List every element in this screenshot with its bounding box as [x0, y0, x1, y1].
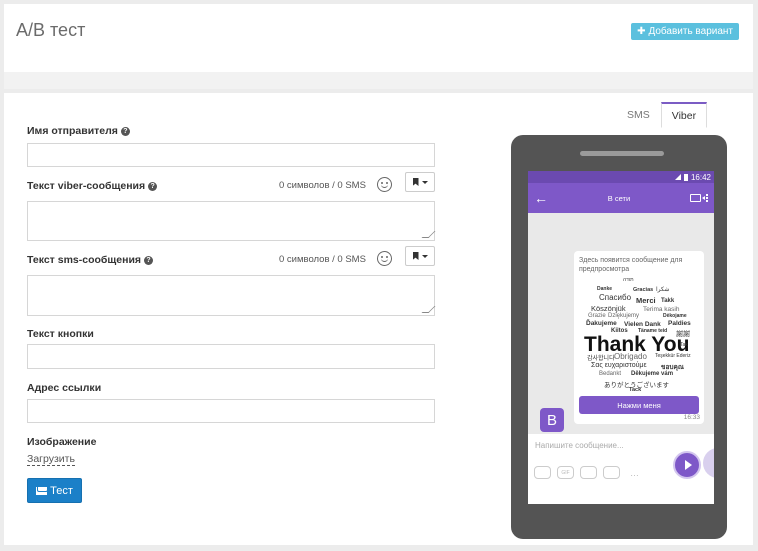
- sms-counter: 0 символов / 0 SMS: [279, 254, 366, 265]
- gif-icon[interactable]: GIF: [557, 466, 574, 479]
- viber-text-label: Текст viber-сообщения?: [27, 180, 158, 192]
- phone-screen: 16:42 ← В сети Здесь появится сообщение …: [528, 171, 714, 504]
- help-icon[interactable]: ?: [120, 126, 130, 136]
- avatar: B: [540, 408, 564, 432]
- upload-link[interactable]: Загрузить: [27, 453, 75, 466]
- sms-text-label: Текст sms-сообщения?: [27, 254, 154, 266]
- subbar: [4, 72, 753, 89]
- message-time: 16:33: [683, 414, 700, 421]
- bookmark-icon: [412, 252, 419, 260]
- status-time: 16:42: [690, 172, 711, 182]
- message-bubble: Здесь появится сообщение для предпросмот…: [574, 251, 704, 424]
- doodle-icon[interactable]: [603, 466, 620, 479]
- sender-input[interactable]: [27, 143, 435, 167]
- button-text-input[interactable]: [27, 344, 435, 369]
- thank-word: Danke: [597, 286, 613, 292]
- add-variant-button[interactable]: ✚ Добавить вариант: [631, 23, 739, 40]
- more-tools-icon[interactable]: …: [626, 466, 643, 479]
- phone-preview: 16:42 ← В сети Здесь появится сообщение …: [511, 135, 727, 539]
- thank-word: Teşekkür Ederiz: [655, 353, 691, 359]
- thank-word: Dziękujemy: [608, 313, 640, 319]
- thank-word: Gracias: [633, 287, 654, 293]
- thank-word: Takk: [661, 298, 675, 304]
- button-text-label: Текст кнопки: [27, 328, 94, 340]
- link-input[interactable]: [27, 399, 435, 423]
- thank-word: Tack: [629, 387, 642, 393]
- help-icon[interactable]: ?: [144, 255, 154, 265]
- thank-word: תודה: [623, 277, 634, 283]
- tab-sms[interactable]: SMS: [616, 102, 661, 128]
- plus-icon: ✚: [637, 26, 646, 37]
- thank-you-image: תודה Danke Gracias شكرا Спасибо Merci Ta…: [579, 277, 699, 393]
- emoji-icon[interactable]: [377, 177, 392, 192]
- conversation-title: В сети: [607, 193, 631, 203]
- camera-icon[interactable]: [580, 466, 597, 479]
- voice-button-edge: [703, 448, 714, 478]
- sticker-icon[interactable]: [534, 466, 551, 479]
- thank-word: Tak: [680, 342, 688, 348]
- sender-label-text: Имя отправителя: [27, 125, 118, 137]
- status-bar: 16:42: [528, 171, 714, 183]
- image-label: Изображение: [27, 436, 97, 448]
- viber-text-label-text: Текст viber-сообщения: [27, 180, 146, 192]
- viber-text-input[interactable]: [27, 201, 435, 241]
- sms-text-label-text: Текст sms-сообщения: [27, 254, 142, 266]
- test-button-label: Тест: [50, 484, 73, 497]
- emoji-icon[interactable]: [377, 251, 392, 266]
- thank-word: Paldies: [668, 320, 691, 327]
- thank-word: Köszönjük: [591, 304, 626, 313]
- form-panel: Имя отправителя? Текст viber-сообщения? …: [4, 93, 753, 545]
- template-dropdown[interactable]: [405, 172, 435, 192]
- help-icon[interactable]: ?: [148, 181, 158, 191]
- message-input[interactable]: Напишите сообщение...: [535, 441, 624, 450]
- viber-app-bar: ← В сети: [528, 183, 714, 213]
- thank-word: Dėkojame: [663, 313, 687, 319]
- thank-word: Grazie: [588, 313, 606, 319]
- thank-word: Děkujeme vám: [631, 371, 674, 377]
- compose-area: Напишите сообщение... GIF …: [528, 434, 714, 504]
- thank-word: Спасибо: [599, 293, 632, 302]
- page-title: A/B тест: [16, 20, 86, 40]
- thank-word: Bedankt: [599, 371, 622, 377]
- battery-icon: [683, 173, 688, 181]
- thank-word: 감사합니다: [587, 356, 615, 362]
- thank-word: Ďakujeme: [586, 320, 617, 327]
- preview-tabs: SMS Viber: [616, 102, 708, 128]
- bookmark-icon: [412, 178, 419, 186]
- thank-word: Merci: [636, 296, 656, 305]
- video-call-icon[interactable]: [689, 194, 705, 202]
- template-dropdown[interactable]: [405, 246, 435, 266]
- chevron-down-icon: [421, 254, 428, 258]
- phone-speaker: [580, 151, 664, 156]
- envelope-icon: [36, 486, 49, 495]
- send-button[interactable]: [673, 451, 701, 479]
- thank-word: Terima kasih: [643, 306, 680, 313]
- preview-text: Здесь появится сообщение для предпросмот…: [579, 257, 683, 273]
- page-header: A/B тест ✚ Добавить вариант: [4, 4, 753, 72]
- thank-word: شكرا: [656, 287, 670, 293]
- test-button[interactable]: Тест: [27, 478, 82, 503]
- viber-counter: 0 символов / 0 SMS: [279, 180, 366, 191]
- bubble-action-button[interactable]: Нажми меня: [579, 396, 699, 414]
- thank-word: Obrigado: [614, 352, 647, 361]
- add-variant-label: Добавить вариант: [648, 26, 733, 37]
- thank-word: Vielen Dank: [624, 321, 661, 328]
- back-arrow-icon[interactable]: ←: [534, 191, 548, 205]
- compose-toolbar: GIF …: [534, 466, 643, 479]
- sms-text-input[interactable]: [27, 275, 435, 316]
- more-icon[interactable]: [705, 197, 708, 199]
- signal-icon: [674, 174, 681, 180]
- thank-word: Σας ευχαριστούμε: [591, 362, 647, 369]
- link-label: Адрес ссылки: [27, 382, 102, 394]
- sender-label: Имя отправителя?: [27, 125, 130, 137]
- chevron-down-icon: [421, 180, 428, 184]
- tab-viber[interactable]: Viber: [660, 102, 708, 128]
